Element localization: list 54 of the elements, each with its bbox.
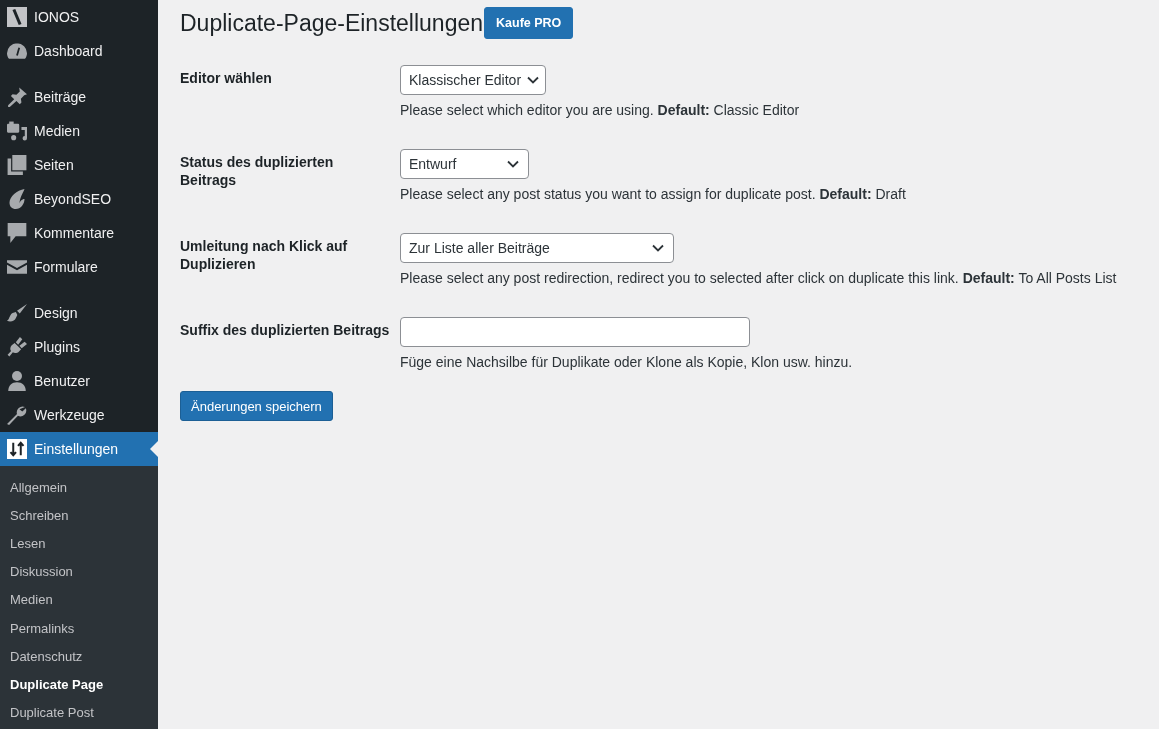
- camera-note-icon: [7, 121, 27, 141]
- sidebar-menu-item[interactable]: Seiten: [0, 148, 158, 182]
- field-description: Please select any post redirection, redirect you to selected after click on duplicate this link. Default: To All Posts List: [400, 269, 1118, 287]
- sidebar-menu-item[interactable]: IONOS: [0, 0, 158, 34]
- sidebar-menu-item[interactable]: Kommentare: [0, 216, 158, 250]
- chevron-down-icon: [527, 76, 540, 84]
- submenu-item[interactable]: Duplicate Page: [0, 670, 158, 699]
- pages-icon: [7, 155, 27, 175]
- page-title: Duplicate-Page-Einstellungen: [180, 9, 484, 38]
- dropdown-select[interactable]: Zur Liste aller Beiträge: [400, 233, 674, 263]
- sidebar-menu-item[interactable]: Werkzeuge: [0, 398, 158, 432]
- submenu-item[interactable]: Medien: [0, 585, 158, 614]
- submenu-item[interactable]: Lesen: [0, 529, 158, 558]
- sidebar-menu-item[interactable]: Benutzer: [0, 364, 158, 398]
- setting-label: Status des duplizierten Beitrags: [180, 153, 335, 189]
- dropdown-select[interactable]: Entwurf: [400, 149, 529, 179]
- setting-label: Umleitung nach Klick auf Duplizieren: [180, 237, 349, 273]
- buy-pro-button[interactable]: Kaufe PRO: [484, 7, 574, 39]
- sidebar-menu-item[interactable]: Beiträge: [0, 80, 158, 114]
- menu-pointer-icon: [150, 441, 158, 457]
- submenu-item[interactable]: Allgemein: [0, 473, 158, 502]
- sidebar-menu-item[interactable]: Plugins: [0, 330, 158, 364]
- slash-logo-icon: [7, 7, 27, 27]
- wrench-icon: [7, 405, 27, 425]
- sliders-icon: [7, 439, 27, 459]
- sidebar-menu-item[interactable]: Dashboard: [0, 34, 158, 68]
- submenu-item[interactable]: Schreiben: [0, 501, 158, 530]
- sidebar-menu-item[interactable]: Medien: [0, 114, 158, 148]
- paintbrush-icon: [7, 303, 27, 323]
- envelope-icon: [7, 257, 27, 277]
- field-description: Please select any post status you want to assign for duplicate post. Default: Draft: [400, 185, 907, 203]
- text-input[interactable]: [400, 317, 750, 347]
- chevron-down-icon: [507, 160, 519, 168]
- pin-icon: [7, 87, 27, 107]
- submenu-item[interactable]: Diskussion: [0, 557, 158, 586]
- sidebar-menu-item[interactable]: Design: [0, 296, 158, 330]
- gauge-icon: [7, 41, 27, 61]
- submenu-item[interactable]: Duplicate Post: [0, 698, 158, 727]
- plug-icon: [7, 337, 27, 357]
- chevron-down-icon: [652, 244, 664, 252]
- sidebar-menu-item[interactable]: BeyondSEO: [0, 182, 158, 216]
- field-description: Please select which editor you are using. Default: Classic Editor: [400, 101, 801, 119]
- dropdown-select[interactable]: Klassischer Editor: [400, 65, 546, 95]
- speech-bubble-icon: [7, 223, 27, 243]
- setting-label: Suffix des duplizierten Beitrags: [180, 321, 390, 339]
- user-icon: [7, 371, 27, 391]
- save-changes-button[interactable]: Änderungen speichern: [180, 391, 333, 421]
- field-description: Füge eine Nachsilbe für Duplikate oder Klone als Kopie, Klon usw. hinzu.: [400, 353, 854, 371]
- leaf-icon: [7, 189, 27, 209]
- sidebar-menu-item[interactable]: Formulare: [0, 250, 158, 284]
- setting-label: Editor wählen: [180, 69, 272, 87]
- submenu-item[interactable]: Datenschutz: [0, 642, 158, 671]
- submenu-item[interactable]: Permalinks: [0, 613, 158, 643]
- sidebar-menu-item[interactable]: Einstellungen: [0, 432, 158, 466]
